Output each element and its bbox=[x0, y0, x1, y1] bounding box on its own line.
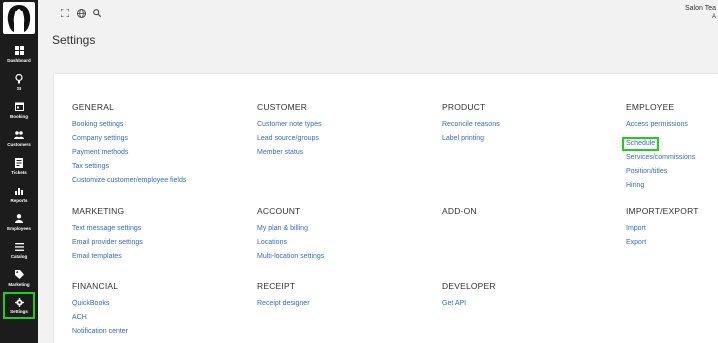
section-marketing: MARKETING Text message settings Email pr… bbox=[72, 206, 143, 264]
sidebar-item-label: Employees bbox=[7, 225, 31, 231]
link-receipt-designer[interactable]: Receipt designer bbox=[257, 297, 310, 311]
sidebar-item-label: Customers bbox=[7, 141, 31, 147]
section-title: IMPORT/EXPORT bbox=[626, 206, 699, 216]
section-account: ACCOUNT My plan & billing Locations Mult… bbox=[257, 206, 324, 264]
section-title: CUSTOMER bbox=[257, 102, 308, 112]
link-email-templates[interactable]: Email templates bbox=[72, 250, 143, 264]
link-services-commissions[interactable]: Services/commissions bbox=[626, 151, 695, 165]
salon-logo[interactable] bbox=[3, 2, 35, 34]
sidebar-item-label: Settings bbox=[10, 309, 28, 314]
sidebar-item-marketing[interactable]: Marketing bbox=[0, 264, 38, 292]
link-tax-settings[interactable]: Tax settings bbox=[72, 160, 186, 174]
link-access-permissions[interactable]: Access permissions bbox=[626, 118, 695, 132]
section-employee: EMPLOYEE Access permissions Schedule Ser… bbox=[622, 102, 695, 193]
page-title: Settings bbox=[52, 33, 96, 47]
section-title: EMPLOYEE bbox=[626, 102, 675, 112]
link-hiring[interactable]: Hiring bbox=[626, 179, 695, 193]
link-customize-fields[interactable]: Customize customer/employee fields bbox=[72, 174, 186, 188]
section-title: RECEIPT bbox=[257, 281, 296, 291]
sidebar-item-catalog[interactable]: Catalog bbox=[0, 236, 38, 264]
sidebar-item-settings[interactable]: Settings bbox=[3, 292, 35, 319]
link-payment-methods[interactable]: Payment methods bbox=[72, 146, 186, 160]
section-developer: DEVELOPER Get API bbox=[442, 281, 496, 311]
sidebar-item-label: SI bbox=[16, 85, 22, 91]
section-title: ACCOUNT bbox=[257, 206, 301, 216]
globe-icon[interactable] bbox=[76, 8, 86, 18]
link-member-status[interactable]: Member status bbox=[257, 146, 322, 160]
sidebar-item-label: Tickets bbox=[11, 169, 27, 175]
link-text-message-settings[interactable]: Text message settings bbox=[72, 222, 143, 236]
sidebar-item-dashboard[interactable]: Dashboard bbox=[0, 40, 38, 68]
sidebar-item-reports[interactable]: Reports bbox=[0, 180, 38, 208]
bulb-icon bbox=[14, 73, 24, 84]
dashboard-icon bbox=[14, 46, 24, 56]
section-title: PRODUCT bbox=[442, 102, 486, 112]
sidebar-item-label: Dashboard bbox=[7, 57, 31, 63]
link-label-printing[interactable]: Label printing bbox=[442, 132, 500, 146]
section-title: GENERAL bbox=[72, 102, 115, 112]
link-quickbooks[interactable]: QuickBooks bbox=[72, 297, 128, 311]
user-name[interactable]: Salon Tea bbox=[685, 5, 716, 12]
section-financial: FINANCIAL QuickBooks ACH Notification ce… bbox=[72, 281, 128, 339]
section-title: MARKETING bbox=[72, 206, 125, 216]
link-company-settings[interactable]: Company settings bbox=[72, 132, 186, 146]
link-customer-note-types[interactable]: Customer note types bbox=[257, 118, 322, 132]
fullscreen-icon[interactable] bbox=[60, 8, 70, 18]
section-import-export: IMPORT/EXPORT Import Export bbox=[626, 206, 699, 250]
link-schedule[interactable]: Schedule bbox=[622, 137, 660, 151]
gear-icon bbox=[14, 297, 24, 307]
link-position-titles[interactable]: Position/titles bbox=[626, 165, 695, 179]
link-import[interactable]: Import bbox=[626, 222, 699, 236]
section-customer: CUSTOMER Customer note types Lead source… bbox=[257, 102, 322, 160]
link-reconcile-reasons[interactable]: Reconcile reasons bbox=[442, 118, 500, 132]
bar-chart-icon bbox=[14, 186, 24, 196]
link-locations[interactable]: Locations bbox=[257, 236, 324, 250]
calendar-icon bbox=[14, 102, 24, 112]
link-lead-source-groups[interactable]: Lead source/groups bbox=[257, 132, 322, 146]
link-ach[interactable]: ACH bbox=[72, 311, 128, 325]
link-notification-center[interactable]: Notification center bbox=[72, 325, 128, 339]
section-product: PRODUCT Reconcile reasons Label printing bbox=[442, 102, 500, 146]
list-icon bbox=[14, 242, 24, 252]
sidebar: Dashboard SI Booking Customers Tickets R… bbox=[0, 0, 38, 343]
sidebar-item-label: Booking bbox=[10, 113, 28, 119]
top-bar: Salon Tea A bbox=[38, 0, 718, 28]
section-title: ADD-ON bbox=[442, 206, 477, 216]
section-addon: ADD-ON bbox=[442, 206, 477, 222]
tag-icon bbox=[14, 270, 24, 280]
link-export[interactable]: Export bbox=[626, 236, 699, 250]
sidebar-item-employees[interactable]: Employees bbox=[0, 208, 38, 236]
section-title: FINANCIAL bbox=[72, 281, 119, 291]
link-get-api[interactable]: Get API bbox=[442, 297, 496, 311]
sidebar-item-label: Marketing bbox=[8, 281, 30, 287]
settings-panel: GENERAL Booking settings Company setting… bbox=[54, 74, 718, 343]
people-icon bbox=[14, 130, 24, 140]
person-icon bbox=[14, 214, 24, 224]
sidebar-item-tickets[interactable]: Tickets bbox=[0, 152, 38, 180]
sidebar-item-label: Catalog bbox=[10, 253, 28, 259]
link-booking-settings[interactable]: Booking settings bbox=[72, 118, 186, 132]
ticket-icon bbox=[14, 157, 24, 168]
sidebar-item-booking[interactable]: Booking bbox=[0, 96, 38, 124]
user-subtitle: A bbox=[711, 14, 716, 20]
sidebar-item-si[interactable]: SI bbox=[0, 68, 38, 96]
section-receipt: RECEIPT Receipt designer bbox=[257, 281, 310, 311]
section-title: DEVELOPER bbox=[442, 281, 496, 291]
link-my-plan-billing[interactable]: My plan & billing bbox=[257, 222, 324, 236]
section-general: GENERAL Booking settings Company setting… bbox=[72, 102, 186, 188]
link-email-provider-settings[interactable]: Email provider settings bbox=[72, 236, 143, 250]
search-icon[interactable] bbox=[92, 8, 102, 18]
sidebar-item-label: Reports bbox=[10, 197, 28, 203]
sidebar-item-customers[interactable]: Customers bbox=[0, 124, 38, 152]
link-multi-location-settings[interactable]: Multi-location settings bbox=[257, 250, 324, 264]
